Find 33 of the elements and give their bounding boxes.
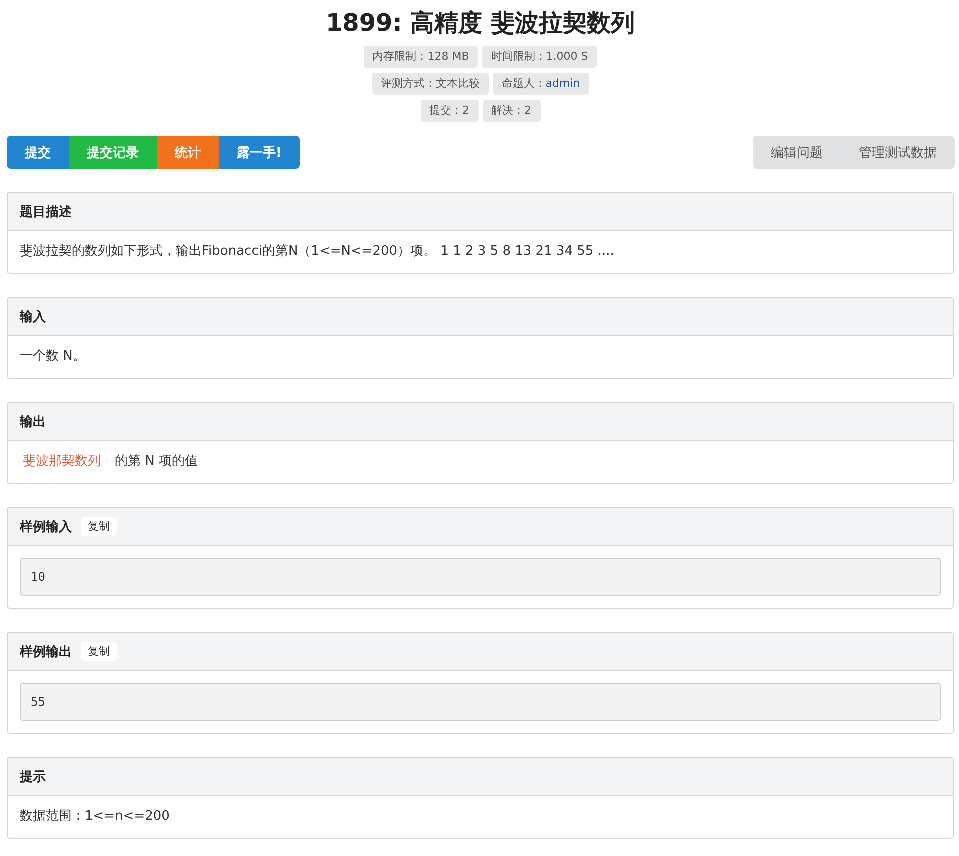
- section-title: 输入: [20, 308, 46, 326]
- code-block: 55: [20, 683, 941, 721]
- highlighted-text: 斐波那契数列: [22, 453, 101, 471]
- action-button[interactable]: 提交: [7, 136, 69, 169]
- section-title: 输出: [20, 414, 46, 430]
- section-text: 的第 N 项的值: [115, 453, 198, 471]
- info-value: 文本比较: [436, 77, 480, 90]
- admin-button[interactable]: 管理测试数据: [841, 136, 955, 169]
- info-label: 评测方式：: [380, 77, 436, 90]
- problem-title: 1899: 高精度 斐波拉契数列: [324, 8, 636, 39]
- user-link[interactable]: admin: [546, 77, 580, 90]
- section-text: 斐波拉契的数列如下形式，输出Fibonacci的第N（1<=N<=200）项。 1 1 2 3 5 8 13 21 34 55 ....: [20, 243, 614, 261]
- action-button[interactable]: 统计: [157, 136, 219, 169]
- section-title: 样例输入: [20, 518, 72, 536]
- info-label: 解决：: [492, 104, 524, 117]
- section-text: 一个数 N。: [20, 348, 86, 366]
- action-button[interactable]: 露一手!: [219, 136, 300, 169]
- info-label: 时间限制：: [491, 50, 546, 63]
- info-value: 2: [462, 104, 470, 117]
- info-value: 1.000 S: [546, 50, 588, 63]
- info-value: 128 MB: [428, 50, 470, 63]
- section-text: 数据范围：1<=n<=200: [20, 808, 170, 826]
- info-label: 提交：: [430, 104, 462, 117]
- info-label: 命题人：: [502, 77, 546, 90]
- copy-button[interactable]: 复制: [81, 642, 117, 661]
- section-title: 题目描述: [20, 204, 72, 220]
- section-title: 提示: [20, 768, 46, 786]
- code-block: 10: [20, 558, 941, 596]
- section-title: 样例输出: [20, 644, 72, 660]
- info-value: 2: [524, 104, 532, 117]
- copy-button[interactable]: 复制: [81, 517, 117, 536]
- admin-button[interactable]: 编辑问题: [753, 136, 841, 169]
- info-label: 内存限制：: [372, 50, 428, 63]
